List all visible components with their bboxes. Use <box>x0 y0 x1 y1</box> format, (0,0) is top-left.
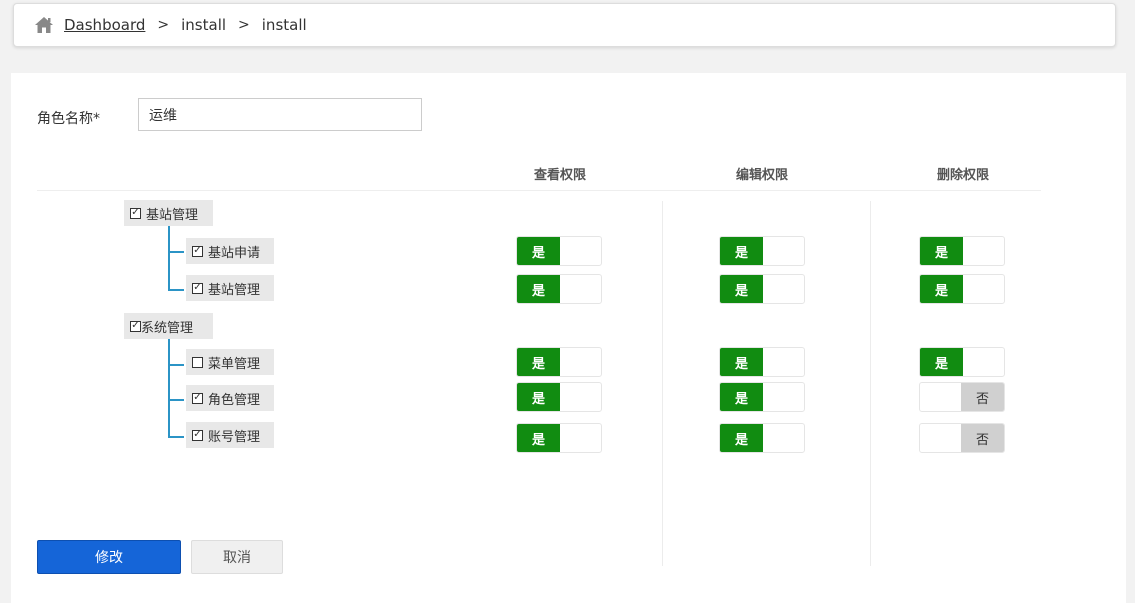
column-header-edit: 编辑权限 <box>736 168 789 183</box>
column-header-view: 查看权限 <box>534 168 587 183</box>
breadcrumb: Dashboard > install > install <box>13 3 1116 47</box>
view-permission-toggle[interactable]: 是 <box>516 382 602 412</box>
toggle-on-label: 是 <box>920 275 963 303</box>
checkmark-icon: ✓ <box>193 429 202 440</box>
checkbox[interactable]: ✓ <box>192 245 203 257</box>
column-divider <box>662 201 663 566</box>
tree-item-node[interactable]: 菜单管理 <box>186 349 274 375</box>
submit-button[interactable]: 修改 <box>37 540 181 574</box>
breadcrumb-item: install <box>181 16 227 34</box>
toggle-off-label: 否 <box>961 424 1004 452</box>
cancel-button[interactable]: 取消 <box>191 540 283 574</box>
column-divider <box>870 201 871 566</box>
delete-permission-toggle[interactable]: 否 <box>919 382 1005 412</box>
tree-group-node[interactable]: ✓ 系统管理 <box>124 313 213 339</box>
toggle-on-label: 是 <box>517 237 560 265</box>
checkbox[interactable]: ✓ <box>192 392 203 404</box>
role-name-input[interactable] <box>138 98 422 131</box>
checkbox[interactable]: ✓ <box>192 282 203 294</box>
tree-group-node[interactable]: ✓ 基站管理 <box>124 200 213 226</box>
delete-permission-toggle[interactable]: 是 <box>919 236 1005 266</box>
view-permission-toggle[interactable]: 是 <box>516 423 602 453</box>
toggle-on-label: 是 <box>920 237 963 265</box>
edit-permission-toggle[interactable]: 是 <box>719 382 805 412</box>
delete-permission-toggle[interactable]: 是 <box>919 274 1005 304</box>
tree-item-node[interactable]: ✓ 账号管理 <box>186 422 274 448</box>
tree-item-node[interactable]: ✓ 基站管理 <box>186 275 274 301</box>
tree-item-label: 菜单管理 <box>208 356 261 372</box>
role-name-label: 角色名称* <box>37 111 100 127</box>
delete-permission-toggle[interactable]: 否 <box>919 423 1005 453</box>
checkbox[interactable]: ✓ <box>130 207 141 219</box>
tree-item-node[interactable]: ✓ 基站申请 <box>186 238 274 264</box>
edit-permission-toggle[interactable]: 是 <box>719 236 805 266</box>
view-permission-toggle[interactable]: 是 <box>516 347 602 377</box>
tree-item-label: 基站管理 <box>208 282 261 298</box>
toggle-on-label: 是 <box>720 275 763 303</box>
tree-group-label: 基站管理 <box>146 207 199 223</box>
toggle-on-label: 是 <box>517 383 560 411</box>
column-header-delete: 删除权限 <box>937 168 990 183</box>
toggle-on-label: 是 <box>517 275 560 303</box>
view-permission-toggle[interactable]: 是 <box>516 236 602 266</box>
checkbox[interactable]: ✓ <box>130 320 141 332</box>
breadcrumb-current: install <box>261 16 307 34</box>
tree-item-node[interactable]: ✓ 角色管理 <box>186 385 274 411</box>
toggle-on-label: 是 <box>517 424 560 452</box>
checkmark-icon: ✓ <box>193 245 202 256</box>
tree-connector <box>168 250 184 291</box>
edit-permission-toggle[interactable]: 是 <box>719 274 805 304</box>
tree-item-label: 账号管理 <box>208 429 261 445</box>
edit-permission-toggle[interactable]: 是 <box>719 347 805 377</box>
delete-permission-toggle[interactable]: 是 <box>919 347 1005 377</box>
toggle-off-label: 否 <box>961 383 1004 411</box>
checkmark-icon: ✓ <box>193 282 202 293</box>
checkbox[interactable] <box>192 356 203 368</box>
tree-connector <box>168 397 184 438</box>
view-permission-toggle[interactable]: 是 <box>516 274 602 304</box>
role-edit-panel: 角色名称* 查看权限 编辑权限 删除权限 ✓ 基站管理 ✓ 基站申请 ✓ 基站管… <box>11 73 1126 603</box>
breadcrumb-separator: > <box>157 17 170 33</box>
checkmark-icon: ✓ <box>131 207 140 218</box>
breadcrumb-separator: > <box>238 17 250 33</box>
tree-item-label: 基站申请 <box>208 245 261 261</box>
checkbox[interactable]: ✓ <box>192 429 203 441</box>
toggle-on-label: 是 <box>720 237 763 265</box>
toggle-on-label: 是 <box>920 348 963 376</box>
checkmark-icon: ✓ <box>131 320 140 331</box>
tree-item-label: 角色管理 <box>208 392 261 408</box>
toggle-on-label: 是 <box>720 348 763 376</box>
toggle-on-label: 是 <box>517 348 560 376</box>
home-icon[interactable] <box>34 16 54 34</box>
header-divider <box>37 190 1041 191</box>
toggle-on-label: 是 <box>720 424 763 452</box>
checkmark-icon: ✓ <box>193 392 202 403</box>
breadcrumb-dashboard-link[interactable]: Dashboard <box>64 16 145 34</box>
tree-group-label: 系统管理 <box>141 320 194 336</box>
toggle-on-label: 是 <box>720 383 763 411</box>
edit-permission-toggle[interactable]: 是 <box>719 423 805 453</box>
tree-connector <box>168 363 184 401</box>
